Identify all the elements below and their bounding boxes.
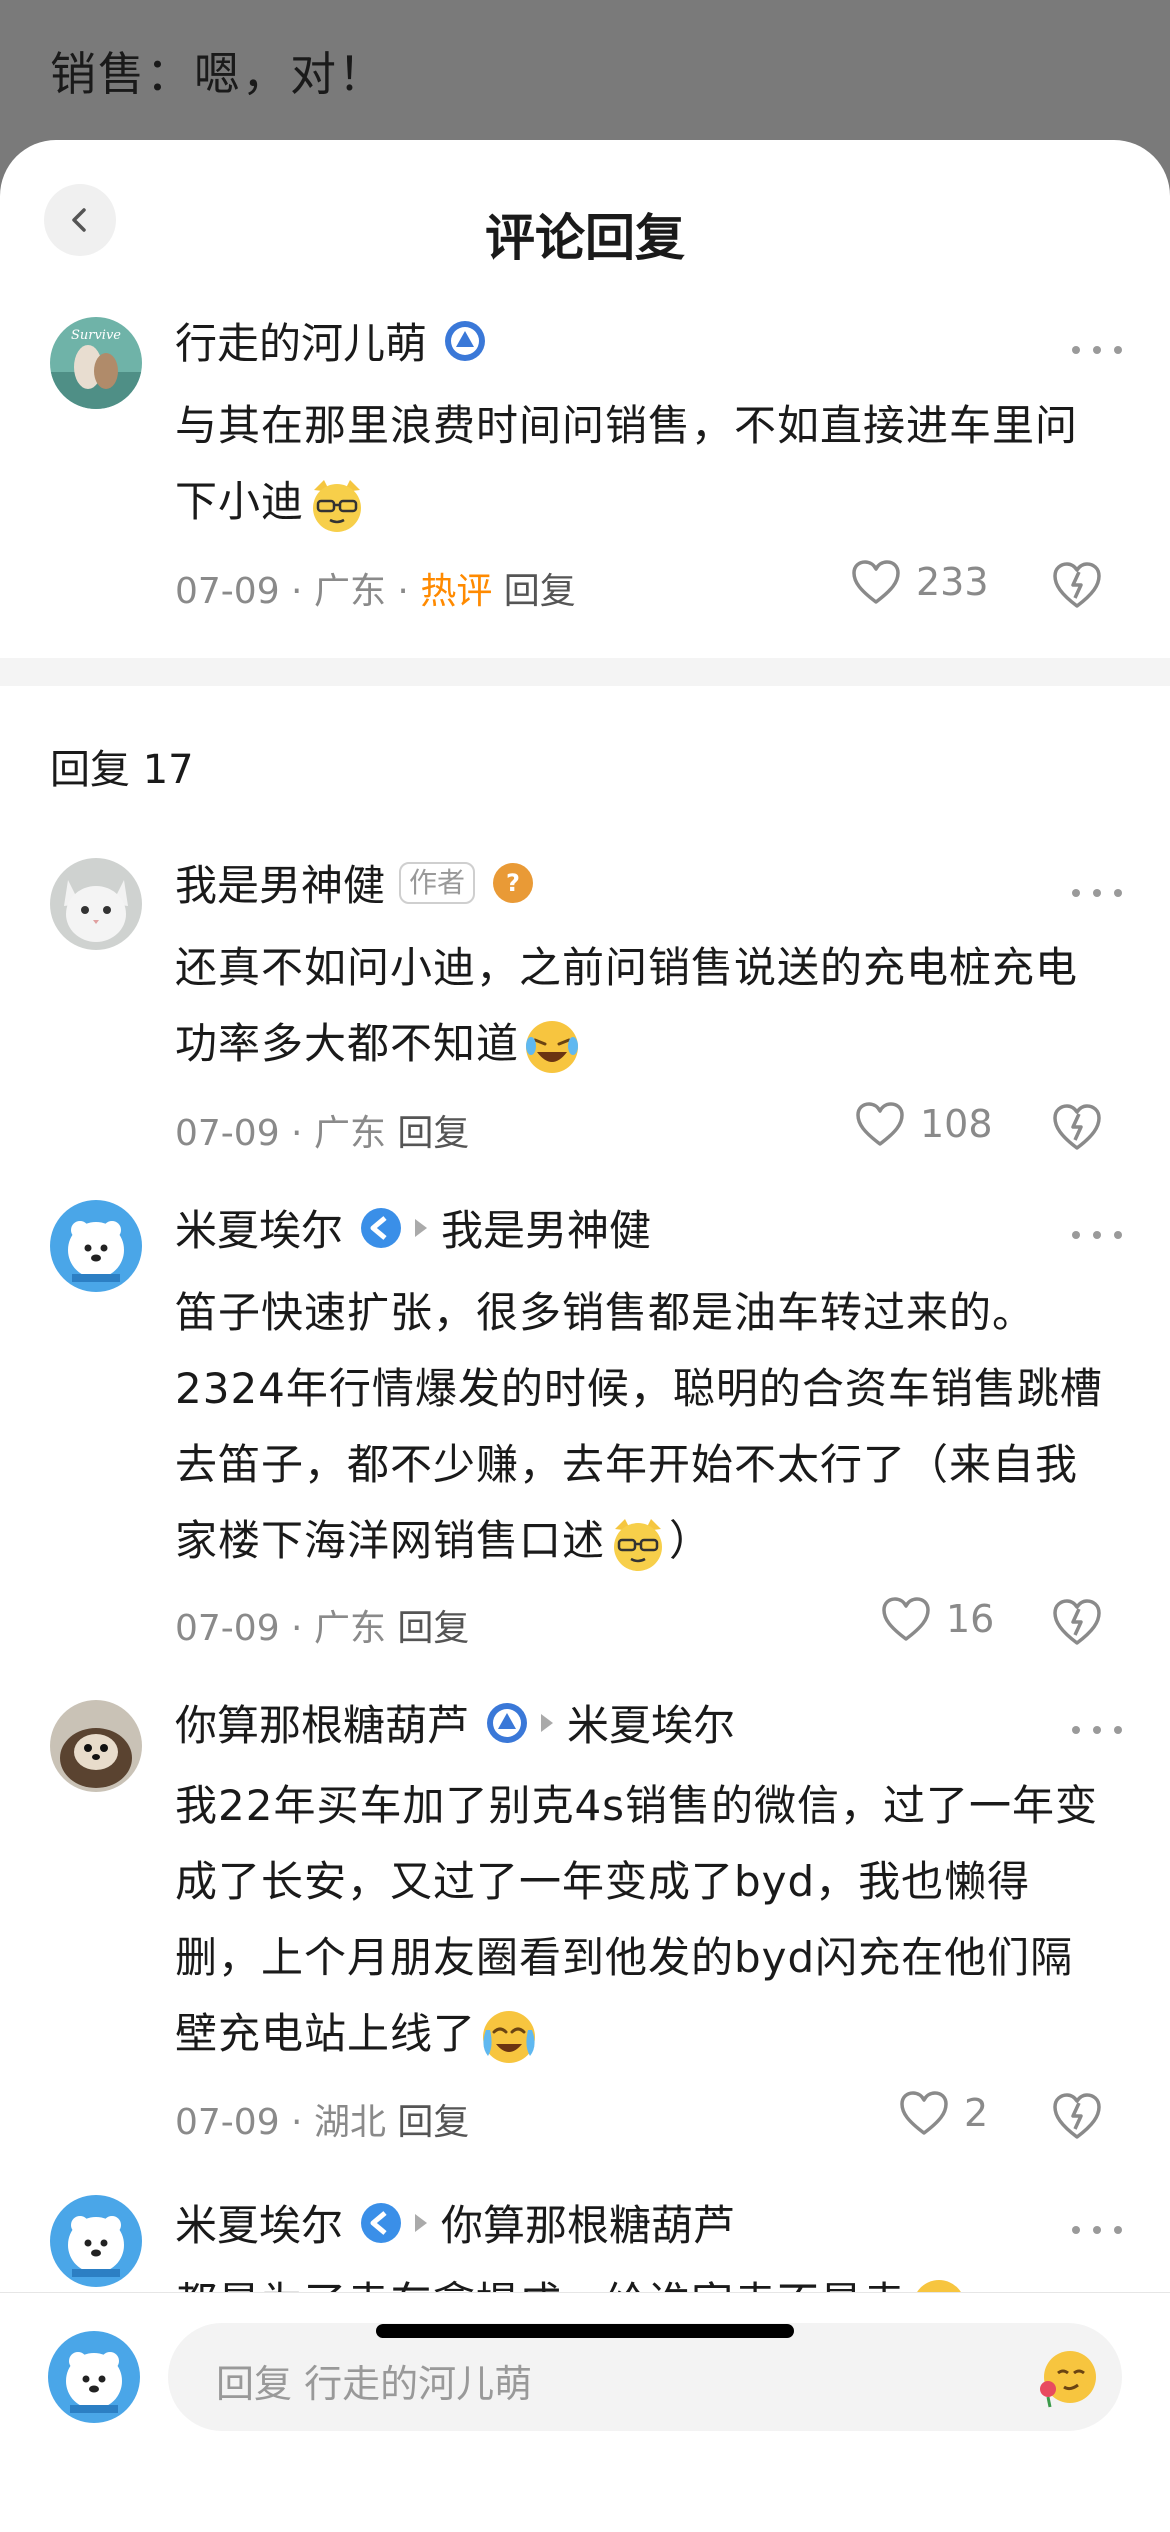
comment-meta: 07-09 · 广东 回复 — [175, 1608, 470, 1649]
reply-to-arrow-icon — [415, 1218, 428, 1237]
like-count: 16 — [946, 1597, 995, 1641]
comment-author[interactable]: 你算那根糖葫芦 米夏埃尔 — [175, 1692, 735, 1753]
dislike-heart-icon[interactable] — [1050, 558, 1104, 612]
author-name[interactable]: 你算那根糖葫芦 — [175, 1692, 469, 1753]
sheet-header: 评论回复 — [0, 140, 1170, 300]
avatar[interactable] — [50, 2195, 142, 2287]
comment-sheet: 评论回复 Survive 行走的河儿萌 与其在那里浪费时间问销售，不如直接进车里… — [0, 140, 1170, 2532]
background-caption: 销售：嗯，对！ — [50, 47, 386, 101]
avatar[interactable] — [50, 1700, 142, 1792]
my-avatar — [48, 2331, 140, 2423]
comment-author[interactable]: 行走的河儿萌 — [175, 310, 487, 371]
like-count: 108 — [920, 1102, 993, 1146]
reply-link[interactable]: 回复 — [504, 571, 576, 612]
reply-to-name[interactable]: 我是男神健 — [441, 1197, 651, 1258]
more-options-icon[interactable] — [1072, 883, 1122, 903]
reply-count: 回复 17 — [50, 747, 194, 793]
like-button[interactable]: 108 — [854, 1100, 993, 1148]
author-name[interactable]: 行走的河儿萌 — [175, 310, 427, 371]
svg-text:Survive: Survive — [71, 328, 121, 343]
author-name[interactable]: 米夏埃尔 — [175, 1197, 343, 1258]
more-options-icon[interactable] — [1072, 340, 1122, 360]
comment-text: 与其在那里浪费时间问销售，不如直接进车里问下小迪 — [175, 388, 1115, 540]
level-badge-icon — [445, 320, 486, 361]
heart-icon — [900, 2091, 948, 2135]
avatar[interactable]: Survive — [50, 317, 142, 409]
dislike-heart-icon[interactable] — [1050, 1100, 1104, 1154]
like-button[interactable]: 2 — [898, 2089, 988, 2137]
reply-link[interactable]: 回复 — [397, 2102, 469, 2143]
avatar[interactable] — [50, 858, 142, 950]
comment-author[interactable]: 我是男神健 作者 ? — [175, 852, 535, 913]
level-badge-icon — [361, 1207, 402, 1248]
reply-link[interactable]: 回复 — [397, 1608, 469, 1649]
laughing-tears-emoji-icon — [526, 1020, 579, 1073]
author-tag: 作者 — [399, 861, 476, 904]
reply-to-name[interactable]: 米夏埃尔 — [567, 1692, 735, 1753]
reply-link[interactable]: 回复 — [397, 1113, 469, 1154]
heart-icon — [852, 560, 900, 604]
laughing-crying-emoji-icon — [483, 2010, 536, 2063]
author-name[interactable]: 米夏埃尔 — [175, 2192, 343, 2253]
level-badge-icon — [361, 2202, 402, 2243]
dislike-heart-icon[interactable] — [1050, 1595, 1104, 1649]
question-badge-icon: ? — [493, 862, 534, 903]
more-options-icon[interactable] — [1072, 1720, 1122, 1740]
like-count: 2 — [964, 2091, 989, 2135]
hot-comment-badge: 热评 — [420, 571, 493, 612]
comment-author[interactable]: 米夏埃尔 我是男神健 — [175, 1197, 651, 1258]
dislike-heart-icon[interactable] — [1050, 2089, 1104, 2143]
comment-text: 还真不如问小迪，之前问销售说送的充电桩充电功率多大都不知道 — [175, 930, 1115, 1082]
comment-meta: 07-09 · 广东 · 热评 回复 — [175, 571, 576, 612]
emoji-picker-icon[interactable] — [1036, 2345, 1100, 2409]
cat-glasses-emoji-icon — [614, 1518, 663, 1571]
section-divider — [0, 658, 1170, 686]
home-indicator[interactable] — [376, 2324, 794, 2338]
comment-text: 笛子快速扩张，很多销售都是油车转过来的。2324年行情爆发的时候，聪明的合资车销… — [175, 1275, 1115, 1579]
level-badge-icon — [487, 1702, 528, 1743]
more-options-icon[interactable] — [1072, 1225, 1122, 1245]
comment-meta: 07-09 · 广东 回复 — [175, 1113, 470, 1154]
reply-to-arrow-icon — [541, 1713, 554, 1732]
like-count: 233 — [916, 560, 989, 604]
reply-input[interactable]: 回复 行走的河儿萌 — [168, 2323, 1122, 2431]
svg-text:?: ? — [506, 869, 520, 897]
page-title: 评论回复 — [485, 209, 685, 267]
avatar[interactable] — [50, 1200, 142, 1292]
cat-glasses-emoji-icon — [313, 479, 362, 532]
author-name[interactable]: 我是男神健 — [175, 852, 385, 913]
comment-text: 我22年买车加了别克4s销售的微信，过了一年变成了长安，又过了一年变成了byd，… — [175, 1768, 1115, 2072]
reply-to-name[interactable]: 你算那根糖葫芦 — [441, 2192, 735, 2253]
comment-meta: 07-09 · 湖北 回复 — [175, 2102, 470, 2143]
reply-input-placeholder: 回复 行走的河儿萌 — [216, 2362, 533, 2406]
heart-icon — [882, 1597, 930, 1641]
comment-author[interactable]: 米夏埃尔 你算那根糖葫芦 — [175, 2192, 735, 2253]
more-options-icon[interactable] — [1072, 2220, 1122, 2240]
like-button[interactable]: 233 — [850, 558, 989, 606]
like-button[interactable]: 16 — [880, 1595, 994, 1643]
reply-to-arrow-icon — [415, 2213, 428, 2232]
heart-icon — [856, 1102, 904, 1146]
